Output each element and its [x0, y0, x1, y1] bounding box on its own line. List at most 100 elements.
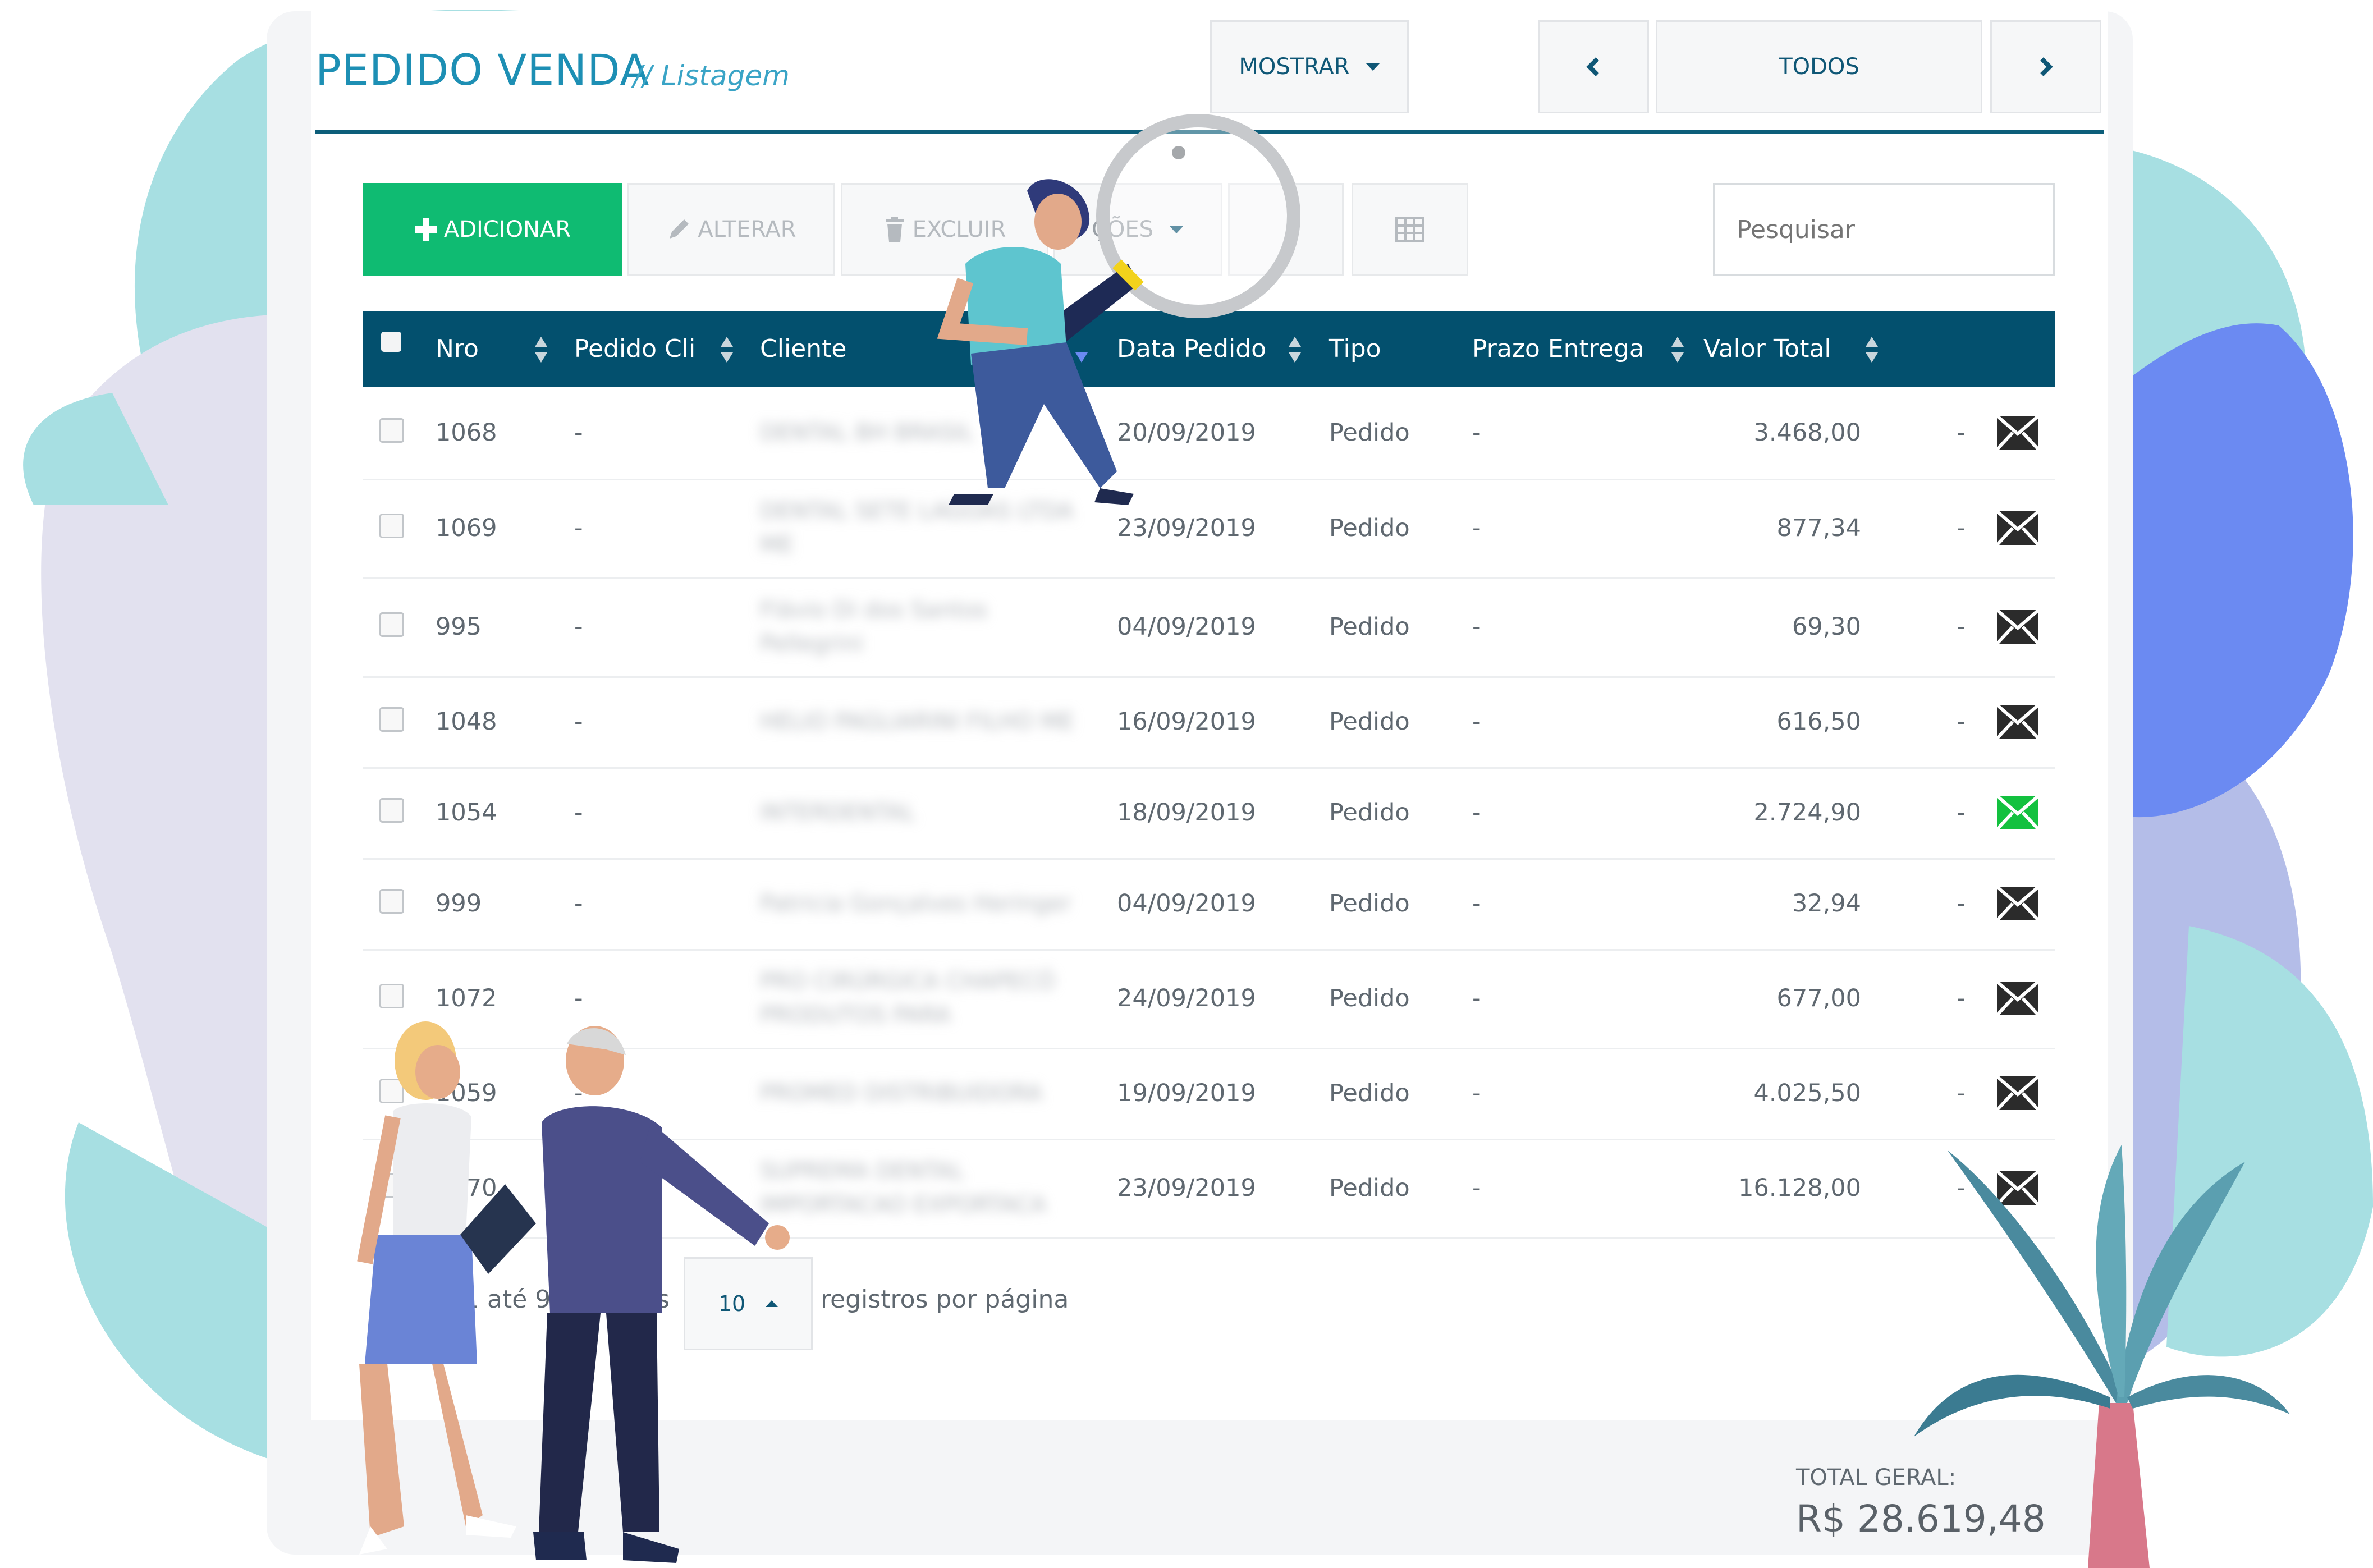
- sort-icon[interactable]: [1288, 336, 1302, 364]
- search-input[interactable]: [1713, 183, 2055, 276]
- chevron-down-icon: [1169, 226, 1184, 233]
- cell-prazo-entrega: -: [1472, 514, 1481, 542]
- cell-nro: 1069: [436, 514, 497, 542]
- column-valor-total[interactable]: Valor Total: [1703, 311, 1831, 387]
- table-header: Nro Pedido Cli Cliente Data Pedido Tipo …: [363, 311, 2055, 387]
- row-checkbox[interactable]: [379, 889, 404, 914]
- sort-desc-icon[interactable]: [1074, 336, 1089, 364]
- grid-view-button[interactable]: [1352, 183, 1468, 276]
- table-row[interactable]: 1070 - SUPREMA DENTAL IMPORTACAO EXPORTACA…: [363, 1139, 2055, 1239]
- envelope-icon[interactable]: [1996, 794, 2040, 832]
- table-row[interactable]: 1048 - HELIO PAGLIARINI FILHO ME 16/09/2019…: [363, 676, 2055, 769]
- row-checkbox[interactable]: [379, 612, 404, 637]
- delete-label: EXCLUIR: [912, 217, 1006, 242]
- sort-icon[interactable]: [720, 336, 734, 364]
- cell-nro: 995: [436, 613, 482, 641]
- cell-nro: 1068: [436, 419, 497, 447]
- cell-tipo: Pedido: [1329, 890, 1410, 918]
- actions-dropdown-button[interactable]: ÇÕES: [1053, 183, 1222, 276]
- cell-extra: -: [1957, 514, 1966, 542]
- prev-filter-button[interactable]: [1538, 20, 1649, 113]
- cell-valor-total: 69,30: [1792, 613, 1861, 641]
- cell-extra: -: [1957, 613, 1966, 641]
- filter-all-button[interactable]: TODOS: [1656, 20, 1982, 113]
- total-label: TOTAL GERAL:: [1796, 1465, 1957, 1491]
- envelope-icon[interactable]: [1996, 703, 2040, 741]
- cell-tipo: Pedido: [1329, 1079, 1410, 1107]
- cell-tipo: Pedido: [1329, 613, 1410, 641]
- print-button[interactable]: [1228, 183, 1344, 276]
- cell-tipo: Pedido: [1329, 799, 1410, 827]
- cell-cliente: SUPREMA DENTAL IMPORTACAO EXPORTACA: [760, 1158, 1047, 1218]
- cell-data-pedido: 23/09/2019: [1117, 1174, 1256, 1202]
- cell-cliente: Flávio Di dos Santos Pellegrini: [760, 597, 987, 657]
- chevron-up-icon: [766, 1300, 778, 1307]
- cell-valor-total: 677,00: [1776, 984, 1861, 1012]
- envelope-icon[interactable]: [1996, 1074, 2040, 1112]
- envelope-icon[interactable]: [1996, 979, 2040, 1017]
- add-button[interactable]: ADICIONAR: [363, 183, 622, 276]
- row-checkbox[interactable]: [379, 707, 404, 732]
- filter-label: TODOS: [1779, 54, 1859, 80]
- trash-icon: [885, 217, 904, 242]
- table-row[interactable]: 1054 - INTERDENTAL 18/09/2019 Pedido - 2.724,9…: [363, 767, 2055, 860]
- table-row[interactable]: 1069 - DENTAL SETE LAGOAS LTDA ME 23/09/201…: [363, 479, 2055, 579]
- cell-extra: -: [1957, 799, 1966, 827]
- envelope-icon[interactable]: [1996, 608, 2040, 646]
- cell-nro: 1059: [436, 1079, 497, 1107]
- sort-icon[interactable]: [534, 336, 548, 364]
- chevron-right-icon: [2040, 57, 2053, 76]
- cell-extra: -: [1957, 708, 1966, 736]
- cell-tipo: Pedido: [1329, 514, 1410, 542]
- mostrar-dropdown-button[interactable]: MOSTRAR: [1210, 20, 1409, 113]
- row-checkbox[interactable]: [379, 1173, 404, 1198]
- column-tipo[interactable]: Tipo: [1329, 311, 1381, 387]
- row-checkbox[interactable]: [379, 984, 404, 1008]
- total-value: R$ 28.619,48: [1796, 1497, 2046, 1541]
- row-checkbox[interactable]: [379, 798, 404, 823]
- edit-button[interactable]: ALTERAR: [627, 183, 835, 276]
- cell-cliente: PROMED DISTRIBUIDORA: [760, 1080, 1043, 1106]
- delete-button[interactable]: EXCLUIR: [841, 183, 1048, 276]
- pencil-icon: [670, 219, 689, 239]
- cell-extra: -: [1957, 419, 1966, 447]
- column-data-pedido[interactable]: Data Pedido: [1117, 311, 1266, 387]
- cell-valor-total: 3.468,00: [1753, 419, 1861, 447]
- table-grid-icon: [1395, 217, 1424, 242]
- row-checkbox[interactable]: [379, 514, 404, 538]
- cell-prazo-entrega: -: [1472, 890, 1481, 918]
- next-filter-button[interactable]: [1990, 20, 2101, 113]
- pagination-range-text: 1 até 9: [464, 1285, 551, 1314]
- envelope-icon[interactable]: [1996, 1169, 2040, 1207]
- cell-pedido-cli: -: [574, 1079, 583, 1107]
- sort-icon[interactable]: [1865, 336, 1879, 364]
- edit-label: ALTERAR: [698, 217, 796, 242]
- envelope-icon[interactable]: [1996, 884, 2040, 923]
- cell-data-pedido: 16/09/2019: [1117, 708, 1256, 736]
- cell-valor-total: 4.025,50: [1753, 1079, 1861, 1107]
- cell-pedido-cli: -: [574, 514, 583, 542]
- cell-pedido-cli: -: [574, 419, 583, 447]
- row-checkbox[interactable]: [379, 418, 404, 443]
- column-pedido-cli[interactable]: Pedido Cli: [574, 311, 695, 387]
- select-all-checkbox[interactable]: [381, 332, 401, 352]
- table-row[interactable]: 1068 - DENTAL BH BRASIL 20/09/2019 Pedido - 3.…: [363, 387, 2055, 480]
- column-nro[interactable]: Nro: [436, 311, 479, 387]
- cell-tipo: Pedido: [1329, 708, 1410, 736]
- page-size-select[interactable]: 10: [684, 1257, 813, 1350]
- envelope-icon[interactable]: [1996, 414, 2040, 452]
- table-row[interactable]: 999 - Patricia Gonçalves Heringer 04/09/201…: [363, 858, 2055, 951]
- cell-prazo-entrega: -: [1472, 708, 1481, 736]
- column-cliente[interactable]: Cliente: [760, 311, 846, 387]
- sort-icon[interactable]: [1670, 336, 1685, 364]
- table-row[interactable]: 995 - Flávio Di dos Santos Pellegrini 04/09…: [363, 577, 2055, 678]
- row-checkbox[interactable]: [379, 1079, 404, 1103]
- cell-nro: 999: [436, 890, 482, 918]
- column-prazo-entrega[interactable]: Prazo Entrega: [1472, 311, 1644, 387]
- table-row[interactable]: 1059 - PROMED DISTRIBUIDORA 19/09/2019 Pedid…: [363, 1048, 2055, 1140]
- cell-cliente: Patricia Gonçalves Heringer: [760, 891, 1071, 916]
- envelope-icon[interactable]: [1996, 509, 2040, 547]
- table-row[interactable]: 1072 - PRO CIRÚRGICA CHAPECÓ PRODUTOS PARA…: [363, 949, 2055, 1049]
- cell-pedido-cli: -: [574, 1174, 583, 1202]
- cell-prazo-entrega: -: [1472, 419, 1481, 447]
